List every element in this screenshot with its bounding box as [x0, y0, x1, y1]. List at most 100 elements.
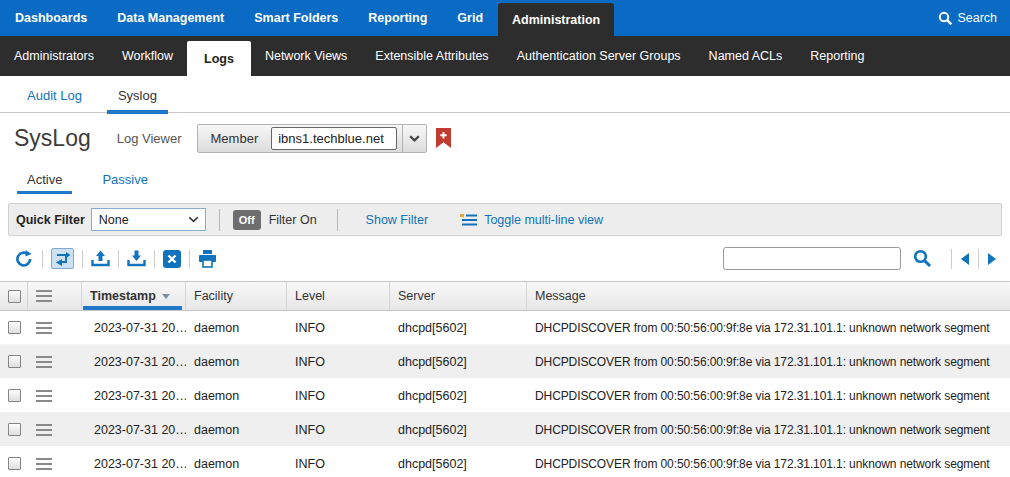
- subnav-administrators[interactable]: Administrators: [0, 36, 108, 76]
- nav-data-management[interactable]: Data Management: [102, 0, 239, 36]
- refresh-icon[interactable]: [14, 249, 34, 269]
- filter-on-label: Filter On: [269, 213, 317, 227]
- row-menu-cell: [28, 379, 82, 412]
- active-tab-underline: [107, 110, 168, 114]
- subnav-network-views[interactable]: Network Views: [251, 36, 361, 76]
- page-next-icon[interactable]: [988, 253, 996, 265]
- toggle-multiline-link[interactable]: Toggle multi-line view: [484, 213, 603, 227]
- subnav-extensible-attributes[interactable]: Extensible Attributes: [361, 36, 502, 76]
- nav-smart-folders[interactable]: Smart Folders: [239, 0, 353, 36]
- member-input[interactable]: [271, 127, 397, 150]
- column-header-timestamp[interactable]: Timestamp: [82, 282, 186, 310]
- print-icon[interactable]: [198, 250, 217, 268]
- top-nav: DashboardsData ManagementSmart FoldersRe…: [0, 0, 1010, 36]
- nav-grid[interactable]: Grid: [442, 0, 498, 36]
- subnav-authentication-server-groups[interactable]: Authentication Server Groups: [503, 36, 695, 76]
- show-filter-link[interactable]: Show Filter: [366, 213, 429, 227]
- column-label: Server: [398, 289, 435, 303]
- subnav-reporting[interactable]: Reporting: [796, 36, 878, 76]
- bookmark-icon[interactable]: [436, 128, 451, 148]
- cell-facility: daemon: [186, 413, 287, 446]
- column-header-message[interactable]: Message: [527, 282, 1010, 310]
- nav-reporting[interactable]: Reporting: [353, 0, 442, 36]
- table-row[interactable]: 2023-07-31 20… daemon INFO dhcpd[5602] D…: [0, 379, 1010, 413]
- member-label: Member: [198, 131, 272, 146]
- grid-search-icon[interactable]: [913, 249, 932, 268]
- column-label: Facility: [194, 289, 233, 303]
- subnav-logs[interactable]: Logs: [187, 41, 251, 76]
- row-check-cell: [0, 413, 28, 446]
- row-checkbox[interactable]: [8, 423, 21, 436]
- column-header-facility[interactable]: Facility: [186, 282, 287, 310]
- cell-facility: daemon: [186, 379, 287, 412]
- cell-facility: daemon: [186, 345, 287, 378]
- column-header-server[interactable]: Server: [390, 282, 527, 310]
- top-nav-items: DashboardsData ManagementSmart FoldersRe…: [0, 0, 614, 36]
- quick-filter-select[interactable]: None: [91, 208, 206, 231]
- clear-icon[interactable]: [163, 250, 181, 268]
- tab-audit-log[interactable]: Audit Log: [24, 79, 85, 112]
- row-menu-icon[interactable]: [36, 458, 52, 470]
- sort-desc-icon: [162, 294, 170, 299]
- table-row[interactable]: 2023-07-31 20… daemon INFO dhcpd[5602] D…: [0, 447, 1010, 477]
- row-menu-cell: [28, 345, 82, 378]
- cell-message: DHCPDISCOVER from 00:50:56:00:9f:8e via …: [527, 379, 1010, 412]
- page-previous-icon[interactable]: [961, 253, 969, 265]
- table-row[interactable]: 2023-07-31 20… daemon INFO dhcpd[5602] D…: [0, 311, 1010, 345]
- table-body: 2023-07-31 20… daemon INFO dhcpd[5602] D…: [0, 311, 1010, 477]
- row-checkbox[interactable]: [8, 355, 21, 368]
- row-menu-cell: [28, 311, 82, 344]
- cell-message: DHCPDISCOVER from 00:50:56:00:9f:8e via …: [527, 447, 1010, 477]
- page-header: SysLog Log Viewer Member: [0, 113, 1010, 163]
- row-check-cell: [0, 379, 28, 412]
- grid-search: [723, 247, 996, 270]
- cell-timestamp: 2023-07-31 20…: [82, 345, 186, 378]
- quick-filter-value: None: [99, 213, 129, 227]
- log-tabs: Audit Log Syslog: [0, 76, 1010, 113]
- select-all-cell: [0, 282, 28, 310]
- filter-toggle-button[interactable]: Off: [233, 210, 261, 230]
- tab-passive[interactable]: Passive: [100, 166, 150, 193]
- row-checkbox[interactable]: [8, 389, 21, 402]
- column-label: Message: [535, 289, 586, 303]
- cell-server: dhcpd[5602]: [390, 311, 527, 344]
- cell-message: DHCPDISCOVER from 00:50:56:00:9f:8e via …: [527, 311, 1010, 344]
- row-menu-icon[interactable]: [36, 390, 52, 402]
- row-menu-cell: [28, 447, 82, 477]
- row-menu-icon[interactable]: [36, 322, 52, 334]
- page-title: SysLog: [14, 125, 91, 152]
- row-menu-icon[interactable]: [36, 356, 52, 368]
- search-icon: [938, 11, 953, 26]
- divider: [951, 249, 952, 269]
- table-row[interactable]: 2023-07-31 20… daemon INFO dhcpd[5602] D…: [0, 345, 1010, 379]
- row-checkbox[interactable]: [8, 321, 21, 334]
- nav-administration[interactable]: Administration: [498, 3, 614, 36]
- cell-level: INFO: [287, 379, 390, 412]
- nav-dashboards[interactable]: Dashboards: [0, 0, 102, 36]
- upload-icon[interactable]: [91, 250, 110, 268]
- grid-search-input[interactable]: [723, 247, 901, 270]
- column-label: Timestamp: [90, 289, 156, 303]
- subnav-workflow[interactable]: Workflow: [108, 36, 187, 76]
- download-icon[interactable]: [127, 250, 146, 268]
- global-search[interactable]: Search: [925, 0, 1010, 36]
- row-checkbox[interactable]: [8, 457, 21, 470]
- cell-timestamp: 2023-07-31 20…: [82, 447, 186, 477]
- divider: [118, 250, 119, 268]
- column-header-level[interactable]: Level: [287, 282, 390, 310]
- divider: [219, 209, 220, 231]
- divider: [42, 250, 43, 268]
- row-menu-icon[interactable]: [36, 424, 52, 436]
- table-row[interactable]: 2023-07-31 20… daemon INFO dhcpd[5602] D…: [0, 413, 1010, 447]
- cell-message: DHCPDISCOVER from 00:50:56:00:9f:8e via …: [527, 413, 1010, 446]
- global-search-label: Search: [957, 11, 997, 25]
- tab-syslog[interactable]: Syslog: [115, 79, 160, 112]
- table-menu-icon[interactable]: [36, 290, 52, 302]
- follow-toggle-icon[interactable]: [51, 248, 74, 269]
- member-dropdown-button[interactable]: [402, 125, 426, 152]
- tab-active[interactable]: Active: [25, 166, 64, 193]
- select-all-checkbox[interactable]: [8, 290, 21, 303]
- cell-facility: daemon: [186, 311, 287, 344]
- subnav-named-acls[interactable]: Named ACLs: [695, 36, 797, 76]
- active-tab-underline: [17, 191, 72, 194]
